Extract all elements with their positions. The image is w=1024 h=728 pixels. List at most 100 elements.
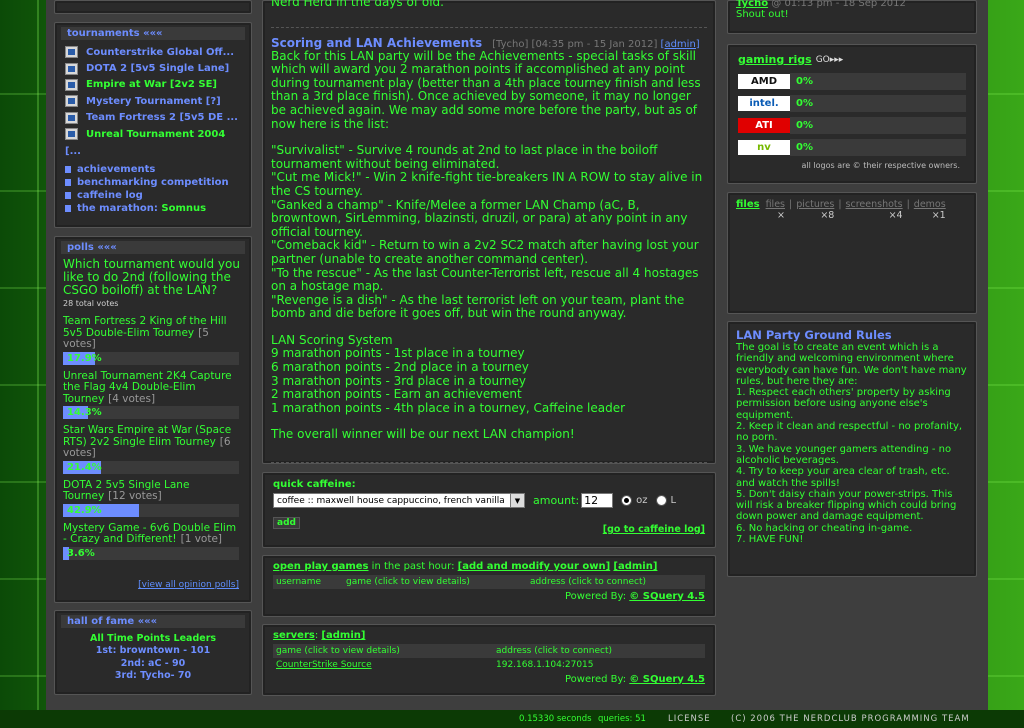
tournament-item[interactable]: Mystery Tournament [?] <box>65 93 241 109</box>
files-tab[interactable]: pictures ×8 <box>796 199 834 221</box>
tournaments-more-link[interactable]: [... <box>65 146 241 157</box>
unit-oz-radio[interactable] <box>621 495 633 506</box>
hall-entry: 3rd: Tycho- 70 <box>114 670 192 681</box>
article-title: Scoring and LAN Achievements <box>271 35 483 50</box>
rig-brand-logo: nv <box>738 139 790 155</box>
poll-total-votes: 28 total votes <box>63 299 119 308</box>
article-admin-link[interactable]: [admin] <box>661 39 700 50</box>
rig-row: nv 0% <box>738 136 966 158</box>
col-address: address (click to connect) <box>527 575 705 589</box>
sidebar-link-label[interactable]: the marathon: <box>77 203 158 214</box>
article-meta: [Tycho] [04:35 pm - 15 Jan 2012] [admin] <box>492 39 700 50</box>
tournament-item[interactable]: DOTA 2 [5v5 Single Lane] <box>65 60 241 76</box>
poll-percent: 42.9% <box>67 504 102 516</box>
files-tab-count: ×4 <box>888 210 903 221</box>
caffeine-footer: add [go to caffeine log] <box>273 510 705 535</box>
sidebar-link-label[interactable]: benchmarking competition <box>77 177 229 188</box>
sidebar-link-item[interactable]: benchmarking competition <box>65 176 241 189</box>
tournaments-header-arrows: ««« <box>143 28 163 39</box>
tournaments-header-label: tournaments <box>67 28 140 39</box>
poll-bar: 3.6% <box>63 546 239 560</box>
sidebar-link-item[interactable]: the marathon: Somnus <box>65 202 241 215</box>
chevron-down-icon[interactable]: ▼ <box>510 494 524 507</box>
polls-header: polls ««« <box>61 241 245 254</box>
files-tab-label[interactable]: files <box>766 199 785 210</box>
shout-user-link[interactable]: Tycho <box>736 0 768 9</box>
caffeine-select[interactable]: coffee :: maxwell house cappuccino, fren… <box>273 493 525 508</box>
sidebar-link-item[interactable]: achievements <box>65 163 241 176</box>
open-games-admin-link[interactable]: [admin] <box>613 561 657 572</box>
tournament-icon <box>65 111 78 124</box>
tournament-label[interactable]: Team Fortress 2 [5v5 DE ... <box>86 112 238 123</box>
hall-entries: 1st: browntown - 101 2nd: aC - 90 3rd: Tyc… <box>55 645 251 683</box>
open-games-powered-text: Powered By: <box>564 591 630 602</box>
files-link[interactable]: files <box>736 199 760 210</box>
unit-l-radio[interactable] <box>655 495 667 506</box>
rules-box: LAN Party Ground Rules The goal is to cr… <box>727 321 977 577</box>
server-game-link[interactable]: CounterStrike Source <box>276 660 372 670</box>
poll-options: Team Fortress 2 King of the Hill 5v5 Dou… <box>55 315 251 560</box>
tournament-icon <box>65 95 78 108</box>
files-box: files files × | pictures ×8 | screenshots ×4 | de… <box>727 192 977 314</box>
tournament-label[interactable]: Counterstrike Global Off... <box>86 47 234 58</box>
server-address[interactable]: 192.168.1.104:27015 <box>493 658 705 672</box>
footer-license-link[interactable]: LICENSE <box>668 714 711 724</box>
tournament-item[interactable]: Counterstrike Global Off... <box>65 44 241 60</box>
tournament-item[interactable]: Empire at War [2v2 SE] <box>65 77 241 93</box>
footer-copyright: (C) 2006 THE NERDCLUB PROGRAMMING TEAM <box>731 714 970 724</box>
tab-separator: | <box>906 199 910 210</box>
view-all-polls-link[interactable]: [view all opinion polls] <box>138 580 239 590</box>
tab-separator: | <box>838 199 842 210</box>
files-tab-label[interactable]: screenshots <box>846 199 903 210</box>
col-username: username <box>273 575 343 589</box>
tournament-label[interactable]: Unreal Tournament 2004 <box>86 129 225 140</box>
go-arrows-icon[interactable]: GO▸▸▸ <box>816 55 844 65</box>
tournament-item[interactable]: Team Fortress 2 [5v5 DE ... <box>65 110 241 126</box>
rigs-header-link[interactable]: gaming rigs <box>738 53 812 66</box>
article-paragraph: LAN Scoring System 9 marathon points - 1… <box>271 332 626 415</box>
gaming-rigs-box: gaming rigs GO▸▸▸ AMD 0% intel. 0% ATI 0% nv 0%… <box>727 44 977 184</box>
article-body: Back for this LAN party will be the Achi… <box>271 49 707 442</box>
servers-link[interactable]: servers <box>273 630 315 641</box>
rig-row: AMD 0% <box>738 70 966 92</box>
sidebar-link-label[interactable]: achievements <box>77 164 155 175</box>
open-games-add-link[interactable]: [add and modify your own] <box>458 561 611 572</box>
tournament-label[interactable]: Mystery Tournament [?] <box>86 96 221 107</box>
open-games-link[interactable]: open play games <box>273 561 369 572</box>
article-box: Nerd Herd in the days of old. Scoring an… <box>262 0 716 464</box>
files-tab-label[interactable]: pictures <box>796 199 834 210</box>
caffeine-log-link[interactable]: [go to caffeine log] <box>603 524 705 535</box>
open-games-squery-link[interactable]: © SQuery 4.5 <box>629 591 705 602</box>
shout-time: @ 01:13 pm - 18 Sep 2012 <box>771 0 906 9</box>
tournament-label[interactable]: DOTA 2 [5v5 Single Lane] <box>86 63 229 74</box>
caffeine-add-button[interactable]: add <box>273 516 300 529</box>
rigs-header: gaming rigs GO▸▸▸ <box>738 53 966 66</box>
tournament-label[interactable]: Empire at War [2v2 SE] <box>86 79 217 90</box>
tournaments-header: tournaments ««« <box>61 27 245 40</box>
servers-admin-link[interactable]: [admin] <box>321 630 365 641</box>
poll-option-votes: [4 votes] <box>108 392 156 405</box>
tournament-item[interactable]: Unreal Tournament 2004 <box>65 126 241 142</box>
files-tabs: files files × | pictures ×8 | screenshots ×4 | de… <box>736 199 968 221</box>
hall-header-label: hall of fame <box>67 616 135 627</box>
col-game: game (click to view details) <box>343 575 527 589</box>
footer-time: 0.15330 seconds <box>519 714 592 724</box>
table-row[interactable]: CounterStrike Source 192.168.1.104:27015 <box>273 658 705 672</box>
article-paragraph: The overall winner will be our next LAN … <box>271 427 575 442</box>
files-tab[interactable]: screenshots ×4 <box>846 199 903 221</box>
files-tab-label[interactable]: demos <box>914 199 946 210</box>
left-top-stub <box>54 0 252 14</box>
view-all-polls-label[interactable]: [view all opinion polls] <box>138 580 239 590</box>
sidebar-link-item[interactable]: caffeine log <box>65 189 241 202</box>
radio-selected-dot <box>624 498 630 503</box>
files-tab[interactable]: demos ×1 <box>914 199 946 221</box>
sidebar-link-label[interactable]: caffeine log <box>77 190 143 201</box>
servers-squery-link[interactable]: © SQuery 4.5 <box>629 674 705 685</box>
article-top-divider <box>271 26 707 28</box>
poll-option: Star Wars Empire at War (Space RTS) 2v2 … <box>63 424 243 474</box>
shout-message: Shout out! <box>736 9 789 20</box>
files-tab[interactable]: files × <box>766 199 785 221</box>
poll-bar: 17.9% <box>63 351 239 365</box>
shout-line: Tycho @ 01:13 pm - 18 Sep 2012 <box>736 0 968 9</box>
amount-input[interactable]: 12 <box>581 493 614 508</box>
